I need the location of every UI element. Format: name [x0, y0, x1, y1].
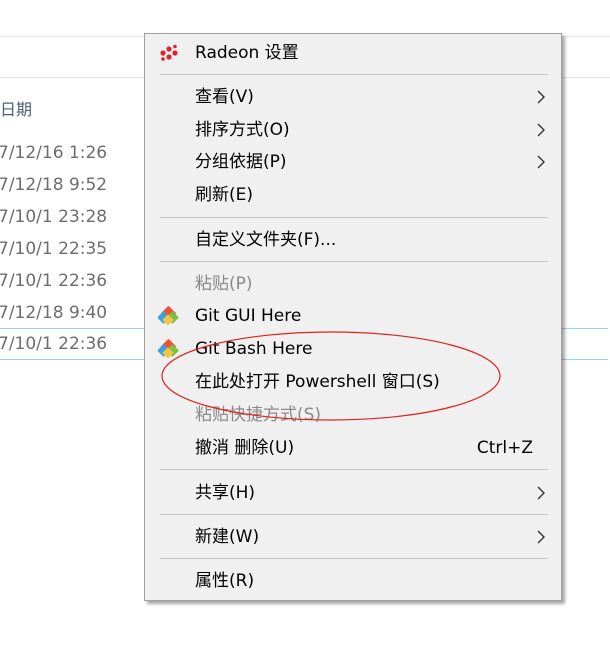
git-icon [157, 305, 180, 326]
menu-item-sort[interactable]: 排序方式(O) [145, 114, 561, 146]
menu-item-git-gui[interactable]: Git GUI Here [145, 300, 561, 332]
menu-item-customize-folder[interactable]: 自定义文件夹(F)... [145, 224, 561, 256]
menu-separator [160, 261, 548, 262]
chevron-right-icon [533, 122, 549, 138]
menu-item-git-bash[interactable]: Git Bash Here [145, 333, 561, 365]
shortcut-label: Ctrl+Z [476, 438, 533, 458]
file-date[interactable]: 7/12/18 9:52 [0, 169, 148, 201]
menu-separator [160, 514, 548, 515]
file-date[interactable]: 7/10/1 22:36 [0, 265, 148, 297]
menu-item-undo-delete[interactable]: 撤消 删除(U) Ctrl+Z [145, 432, 561, 464]
file-date[interactable]: 7/10/1 23:28 [0, 201, 148, 233]
menu-item-share[interactable]: 共享(H) [145, 477, 561, 509]
file-date[interactable]: 7/12/18 9:40 [0, 297, 148, 329]
menu-separator [160, 558, 548, 559]
menu-item-radeon-settings[interactable]: Radeon 设置 [145, 37, 561, 69]
chevron-right-icon [533, 485, 549, 501]
menu-item-group[interactable]: 分组依据(P) [145, 146, 561, 178]
date-column-header[interactable]: 日期 [0, 96, 32, 120]
menu-item-properties[interactable]: 属性(R) [145, 565, 561, 597]
menu-separator [160, 74, 548, 75]
chevron-right-icon [533, 89, 549, 105]
file-date[interactable]: 7/12/16 1:26 [0, 137, 148, 169]
menu-separator [160, 217, 548, 218]
menu-item-new[interactable]: 新建(W) [145, 521, 561, 553]
radeon-icon [158, 43, 180, 63]
context-menu: Radeon 设置 查看(V) 排序方式(O) 分组依据(P) 刷新(E) 自定… [144, 33, 562, 601]
menu-item-paste-shortcut[interactable]: 粘贴快捷方式(S) [145, 399, 561, 431]
chevron-right-icon [533, 154, 549, 170]
chevron-right-icon [533, 529, 549, 545]
file-date[interactable]: 7/10/1 22:35 [0, 233, 148, 265]
git-icon [157, 338, 180, 359]
menu-separator [160, 469, 548, 470]
menu-item-open-powershell[interactable]: 在此处打开 Powershell 窗口(S) [145, 366, 561, 398]
menu-item-paste[interactable]: 粘贴(P) [145, 268, 561, 300]
menu-item-refresh[interactable]: 刷新(E) [145, 179, 561, 211]
menu-item-view[interactable]: 查看(V) [145, 81, 561, 113]
